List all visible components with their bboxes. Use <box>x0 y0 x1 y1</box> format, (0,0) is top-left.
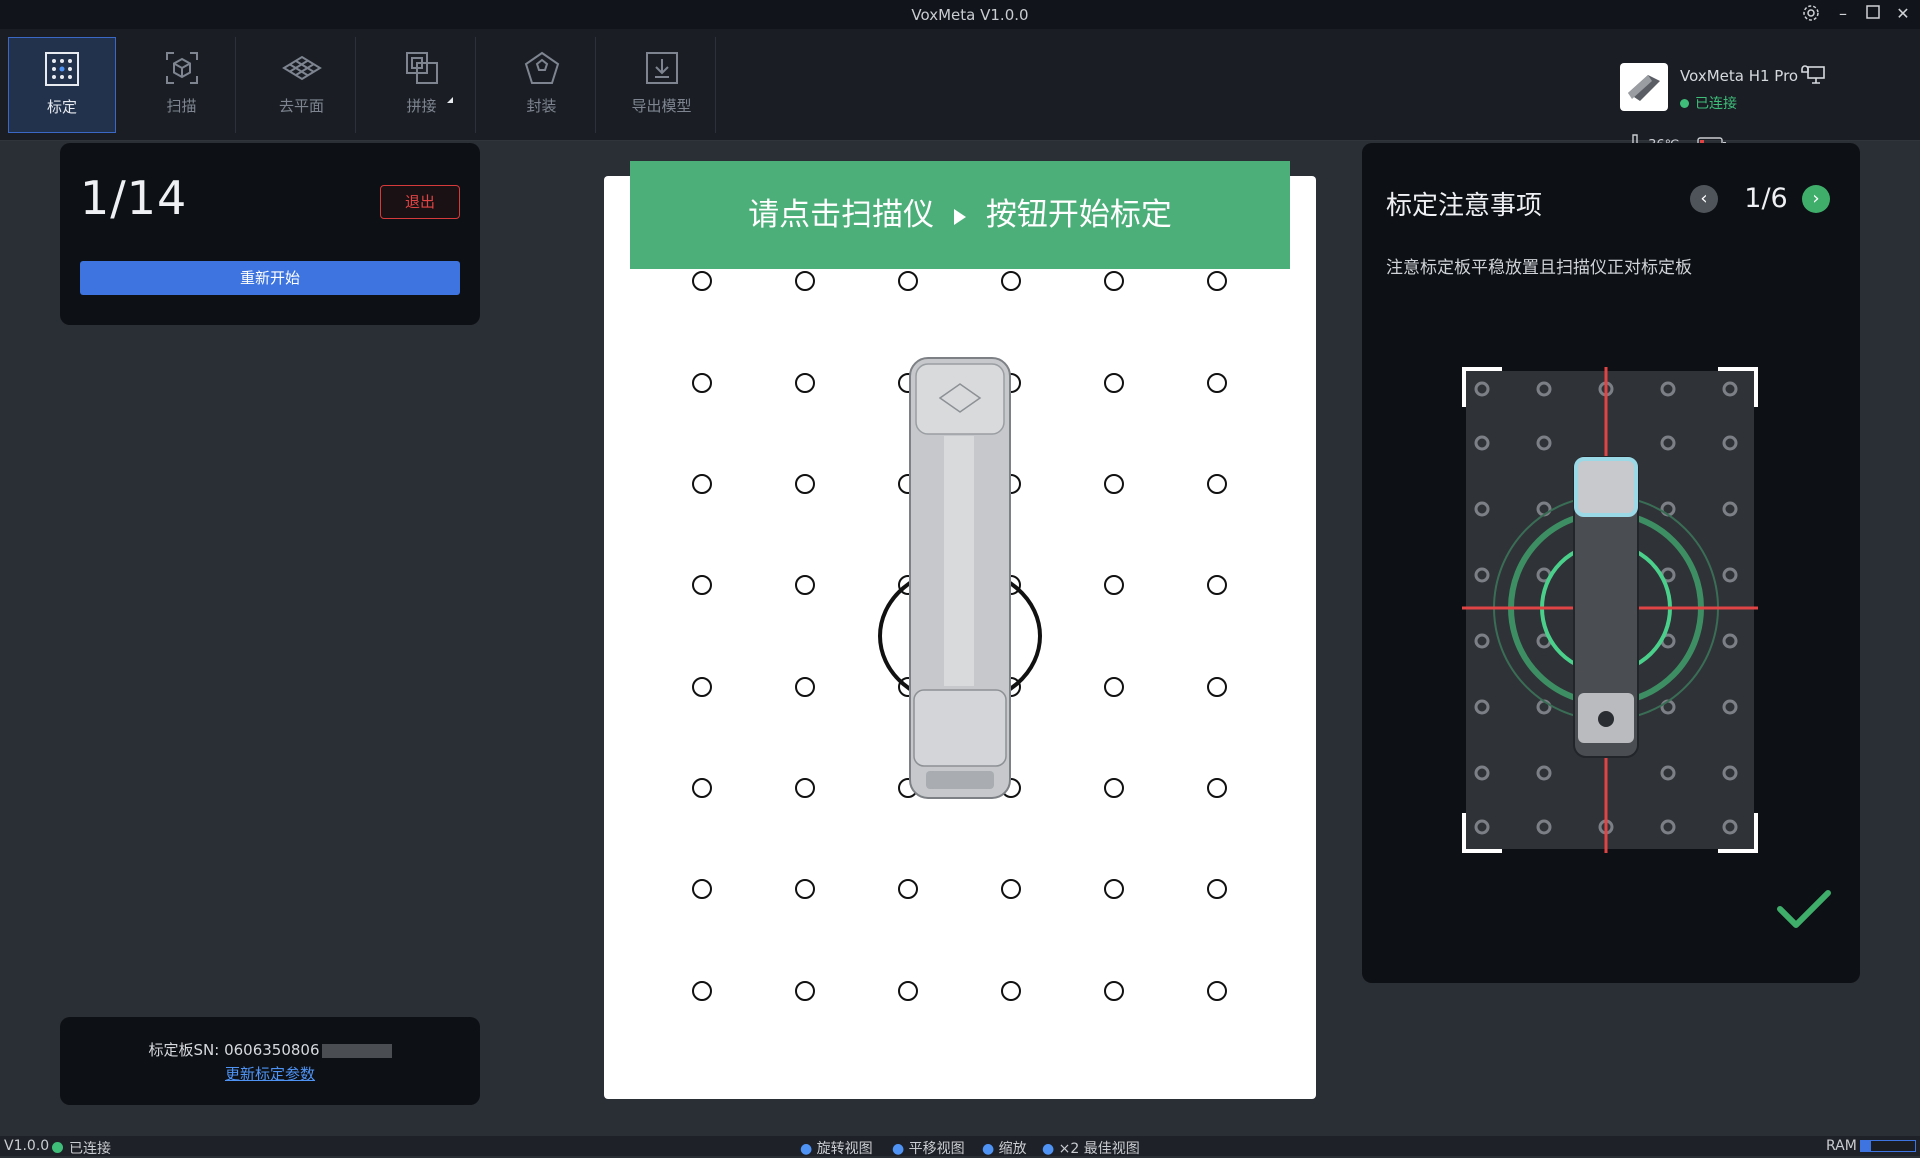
hint-zoom: ● 缩放 <box>982 1141 1027 1157</box>
close-icon[interactable]: ✕ <box>1892 4 1914 23</box>
hint-rotate: ● 旋转视图 <box>800 1141 873 1157</box>
update-calibration-link[interactable]: 更新标定参数 <box>60 1063 480 1084</box>
settings-icon[interactable] <box>1800 4 1822 26</box>
connection-status: 已连接 <box>52 1138 111 1158</box>
check-icon <box>1776 887 1832 935</box>
scanner-model <box>909 357 1011 799</box>
app-version: V1.0.0 <box>4 1138 50 1154</box>
mouse-icon: ● <box>982 1141 995 1157</box>
tool-label: 扫描 <box>166 97 197 115</box>
previous-page-icon[interactable]: ‹ <box>1690 185 1718 213</box>
main-toolbar: 标定 扫描 去平面 拼接 封装 导出模型 VoxMeta H1 Pro 已连接 <box>0 29 1920 153</box>
export-icon <box>645 52 678 84</box>
hint-best-view: ● ×2 最佳视图 <box>1042 1141 1140 1157</box>
calibration-board-sn: 标定板SN: 0606350806 <box>60 1039 480 1060</box>
ram-label: RAM <box>1826 1138 1857 1154</box>
device-status: 已连接 <box>1680 93 1737 113</box>
instruction-banner: 请点击扫描仪 按钮开始标定 <box>630 161 1290 269</box>
tool-label: 标定 <box>46 98 77 116</box>
ram-usage-bar <box>1860 1140 1916 1152</box>
calibration-board-graphic <box>692 271 1227 1001</box>
status-bar: V1.0.0 已连接 ● 旋转视图 ● 平移视图 ● 缩放 ● ×2 最佳视图 … <box>0 1136 1920 1158</box>
tool-encapsulate[interactable]: 封装 <box>488 37 596 133</box>
mouse-icon: ● <box>1042 1141 1055 1157</box>
notice-page-indicator: 1/6 <box>1744 183 1788 214</box>
notice-title: 标定注意事项 <box>1386 191 1543 221</box>
tool-export-model[interactable]: 导出模型 <box>608 37 716 133</box>
title-bar: VoxMeta V1.0.0 – ✕ <box>0 0 1920 29</box>
progress-panel: 1/14 退出 重新开始 <box>60 143 480 325</box>
remove-plane-icon <box>281 55 322 81</box>
exit-button[interactable]: 退出 <box>380 185 460 219</box>
restart-button[interactable]: 重新开始 <box>80 261 460 295</box>
calibration-icon <box>45 52 79 86</box>
stitch-icon <box>405 52 438 84</box>
tool-label: 导出模型 <box>631 97 692 115</box>
minimize-icon[interactable]: – <box>1832 4 1854 23</box>
calibration-placement-illustration <box>1462 367 1758 853</box>
window-title: VoxMeta V1.0.0 <box>911 6 1029 24</box>
monitor-icon[interactable] <box>1800 63 1826 91</box>
tool-label: 去平面 <box>278 97 324 115</box>
tool-remove-plane[interactable]: 去平面 <box>248 37 356 133</box>
mouse-icon: ● <box>800 1141 813 1157</box>
calibration-board-view[interactable] <box>604 176 1316 1099</box>
encapsulate-icon <box>524 51 559 84</box>
tool-scan[interactable]: 扫描 <box>128 37 236 133</box>
play-icon <box>954 208 966 225</box>
calibration-board-panel: 标定板SN: 0606350806 更新标定参数 <box>60 1017 480 1105</box>
dropdown-indicator-icon <box>447 97 453 103</box>
mouse-icon: ● <box>892 1141 905 1157</box>
hint-pan: ● 平移视图 <box>892 1141 965 1157</box>
maximize-icon[interactable] <box>1862 4 1884 23</box>
redacted-sn-block <box>321 1043 392 1058</box>
notice-pager: ‹ 1/6 › <box>1690 183 1830 215</box>
tool-stitch[interactable]: 拼接 <box>368 37 476 133</box>
tool-calibration[interactable]: 标定 <box>8 37 116 133</box>
scan-icon <box>165 52 198 84</box>
calibration-counter: 1/14 <box>80 171 188 225</box>
notice-description: 注意标定板平稳放置且扫描仪正对标定板 <box>1386 258 1692 278</box>
device-thumbnail <box>1620 63 1668 111</box>
status-dot <box>52 1142 63 1153</box>
status-dot <box>1680 99 1689 108</box>
tool-label: 拼接 <box>406 97 437 115</box>
device-name: VoxMeta H1 Pro <box>1680 67 1799 85</box>
tool-label: 封装 <box>526 97 557 115</box>
next-page-icon[interactable]: › <box>1802 185 1830 213</box>
notice-panel: 标定注意事项 ‹ 1/6 › 注意标定板平稳放置且扫描仪正对标定板 <box>1362 143 1860 983</box>
